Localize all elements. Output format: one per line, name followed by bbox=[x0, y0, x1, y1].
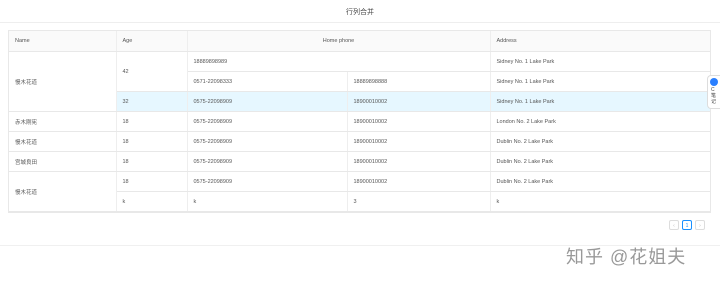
name-cell: 宫城良田 bbox=[9, 151, 117, 172]
table-header-row: Name Age Home phone Address bbox=[9, 31, 710, 52]
age-cell: 18 bbox=[116, 151, 188, 172]
page-header: 行列合并 bbox=[0, 0, 720, 23]
phone-cell: 0575-22098909 bbox=[187, 111, 348, 132]
age-cell: 18 bbox=[116, 131, 188, 152]
table-row[interactable]: 慢木花道 18 0575-22098909 18900010002 Dublin… bbox=[9, 131, 710, 152]
address-cell: k bbox=[490, 191, 710, 212]
col-header-age[interactable]: Age bbox=[116, 31, 188, 52]
table-row[interactable]: 慢木花道 18 0575-22098909 18900010002 Dublin… bbox=[9, 171, 710, 212]
address-cell: Dublin No. 2 Lake Park bbox=[490, 151, 710, 172]
age-cell: 18 bbox=[116, 171, 188, 192]
mobile-cell: 18900010002 bbox=[347, 91, 491, 112]
mobile-cell: 18900010002 bbox=[347, 111, 491, 132]
watermark: 知乎 @花姐夫 bbox=[566, 247, 687, 267]
col-header-address[interactable]: Address bbox=[490, 31, 710, 52]
phone-cell: 18889898989 bbox=[187, 51, 491, 72]
side-widget-label: C 笔 记 bbox=[711, 87, 717, 105]
address-cell: Dublin No. 2 Lake Park bbox=[490, 171, 710, 192]
col-header-name[interactable]: Name bbox=[9, 31, 117, 52]
table-row[interactable]: 宫城良田 18 0575-22098909 18900010002 Dublin… bbox=[9, 151, 710, 172]
table-row[interactable]: 赤木刚宪 18 0575-22098909 18900010002 London… bbox=[9, 111, 710, 132]
page-1-button[interactable]: 1 bbox=[682, 220, 692, 230]
prev-page-button[interactable]: ‹ bbox=[669, 220, 679, 230]
age-cell: 32 bbox=[116, 91, 188, 112]
name-cell: 赤木刚宪 bbox=[9, 111, 117, 132]
address-cell: London No. 2 Lake Park bbox=[490, 111, 710, 132]
mobile-cell: 3 bbox=[347, 191, 491, 212]
phone-cell: 0575-22098909 bbox=[187, 91, 348, 112]
mobile-cell: 18889898888 bbox=[347, 71, 491, 92]
phone-cell: 0575-22098909 bbox=[187, 171, 348, 192]
address-cell: Sidney No. 1 Lake Park bbox=[490, 91, 710, 112]
phone-cell: 0575-22098909 bbox=[187, 131, 348, 152]
phone-cell: 0571-22098333 bbox=[187, 71, 348, 92]
merged-table-card: Name Age Home phone Address 慢木花道 42 1888… bbox=[8, 30, 711, 213]
note-icon bbox=[710, 78, 718, 86]
mobile-cell: 18900010002 bbox=[347, 131, 491, 152]
table-row[interactable]: 慢木花道 42 18889898989 Sidney No. 1 Lake Pa… bbox=[9, 51, 710, 112]
data-table: Name Age Home phone Address 慢木花道 42 1888… bbox=[9, 31, 710, 212]
address-cell: Sidney No. 1 Lake Park bbox=[490, 51, 710, 72]
name-cell: 慢木花道 bbox=[9, 131, 117, 152]
col-header-home-phone[interactable]: Home phone bbox=[187, 31, 491, 52]
age-cell: 18 bbox=[116, 111, 188, 132]
side-note-widget[interactable]: C 笔 记 bbox=[707, 75, 720, 109]
pagination: ‹ 1 › bbox=[669, 220, 705, 230]
address-cell: Dublin No. 2 Lake Park bbox=[490, 131, 710, 152]
mobile-cell: 18900010002 bbox=[347, 171, 491, 192]
age-cell: 42 bbox=[116, 51, 188, 92]
phone-cell: k bbox=[187, 191, 348, 212]
name-cell: 慢木花道 bbox=[9, 51, 117, 112]
name-cell: 慢木花道 bbox=[9, 171, 117, 212]
age-cell: k bbox=[116, 191, 188, 212]
mobile-cell: 18900010002 bbox=[347, 151, 491, 172]
next-page-button[interactable]: › bbox=[695, 220, 705, 230]
address-cell: Sidney No. 1 Lake Park bbox=[490, 71, 710, 92]
page-title: 行列合并 bbox=[346, 9, 374, 16]
phone-cell: 0575-22098909 bbox=[187, 151, 348, 172]
